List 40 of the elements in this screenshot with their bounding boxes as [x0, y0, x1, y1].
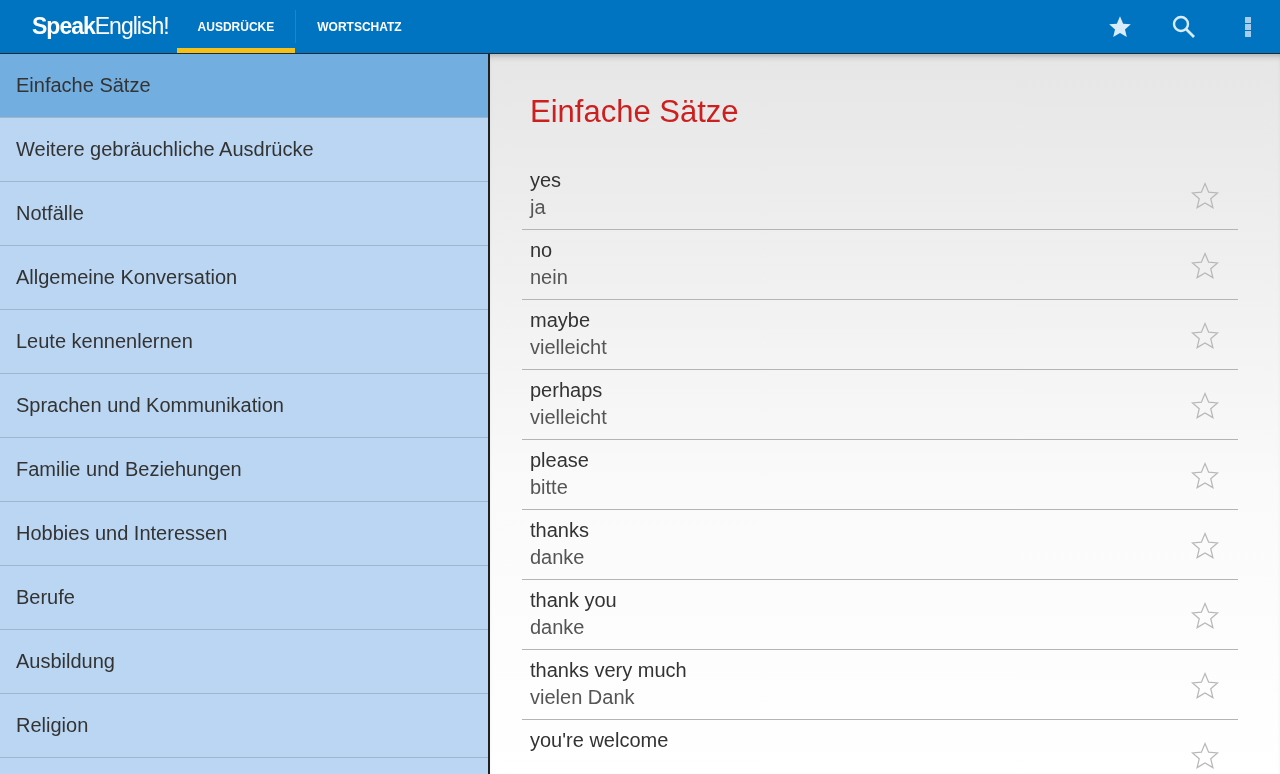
favorite-star-icon[interactable]	[1190, 251, 1220, 281]
favorite-star-icon[interactable]	[1190, 671, 1220, 701]
german-translation: vielen Dank	[530, 686, 636, 709]
english-phrase: thank you	[530, 589, 618, 612]
english-phrase: you're welcome	[530, 729, 670, 752]
category-item[interactable]: Notfälle	[0, 182, 488, 246]
german-translation: vielleicht	[530, 336, 608, 359]
favorite-star-icon[interactable]	[1190, 321, 1220, 351]
favorite-star-icon[interactable]	[1190, 741, 1220, 771]
german-translation: danke	[530, 546, 586, 569]
english-phrase: thanks	[530, 519, 590, 542]
category-item[interactable]: Sprachen und Kommunikation	[0, 374, 488, 438]
favorite-star-icon[interactable]	[1190, 531, 1220, 561]
german-translation: ja	[530, 196, 547, 219]
english-phrase: perhaps	[530, 379, 604, 402]
category-item[interactable]: Berufe	[0, 566, 488, 630]
category-item[interactable]: Ausbildung	[0, 630, 488, 694]
german-translation: danke	[530, 616, 586, 639]
german-translation: nein	[530, 266, 569, 289]
english-phrase: yes	[530, 169, 563, 192]
category-item[interactable]: Allgemeine Konversation	[0, 246, 488, 310]
english-phrase: maybe	[530, 309, 592, 332]
german-translation: vielleicht	[530, 406, 608, 429]
category-item[interactable]: Hobbies und Interessen	[0, 502, 488, 566]
favorite-star-icon[interactable]	[1190, 601, 1220, 631]
tab[interactable]: WORTSCHATZ	[296, 0, 423, 53]
favorite-star-icon[interactable]	[1190, 391, 1220, 421]
category-item[interactable]: Leute kennenlernen	[0, 310, 488, 374]
app-logo: SpeakEnglish!	[32, 13, 169, 40]
favorite-star-icon[interactable]	[1190, 461, 1220, 491]
category-item[interactable]: Religion	[0, 694, 488, 758]
english-phrase: no	[530, 239, 554, 262]
english-phrase: please	[530, 449, 590, 472]
category-item[interactable]: Weitere gebräuchliche Ausdrücke	[0, 118, 488, 182]
section-title: Einfache Sätze	[530, 94, 740, 130]
favorite-star-icon[interactable]	[1190, 181, 1220, 211]
german-translation: bitte	[530, 476, 569, 499]
english-phrase: thanks very much	[530, 659, 688, 682]
category-item[interactable]: Einfache Sätze	[0, 54, 488, 118]
category-item[interactable]: Familie und Beziehungen	[0, 438, 488, 502]
